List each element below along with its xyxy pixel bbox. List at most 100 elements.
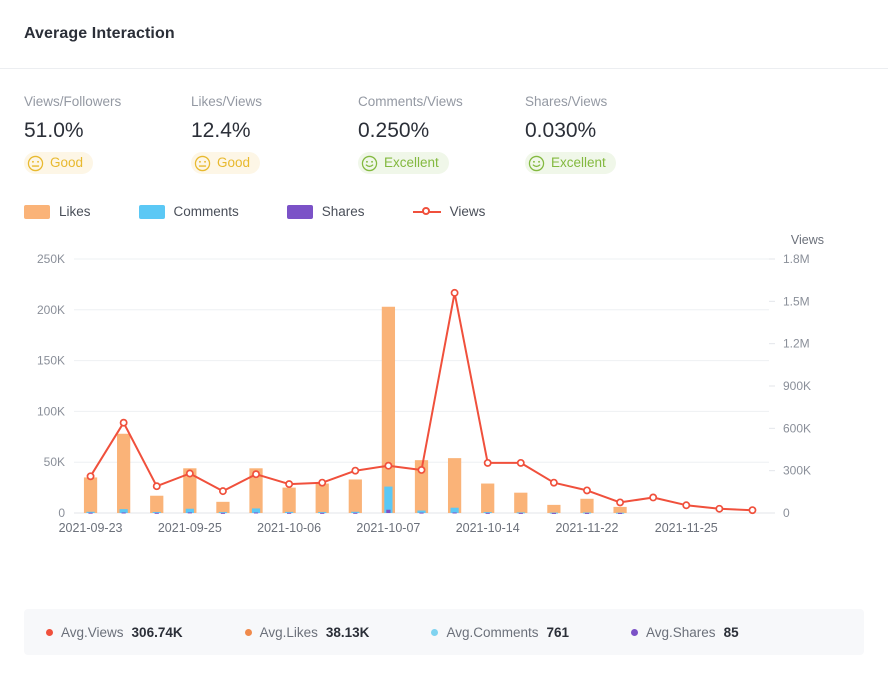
metric-value: 51.0% [24,118,191,144]
chart-bar [316,483,329,512]
metric-label: Views/Followers [24,93,191,110]
smiley-face-icon [528,155,545,172]
summary-dot-icon [245,629,252,636]
summary-value: 38.13K [326,625,370,640]
y2-axis-tick: 1.8M [783,252,810,266]
views-point [286,480,292,486]
status-badge-label: Excellent [551,154,606,172]
views-point [87,473,93,479]
legend-swatch-icon [24,205,50,219]
y2-axis-tick: 600K [783,421,811,435]
chart-bar [353,512,357,513]
chart-bar [188,512,192,513]
y-axis-tick: 250K [37,252,65,266]
y2-axis-tick: 1.5M [783,294,810,308]
summary-avg-likes: Avg.Likes 38.13K [245,625,370,640]
chart-bar [552,512,556,513]
interaction-chart: 050K100K150K200K250K0300K600K900K1.2M1.5… [24,225,864,550]
chart-bar [450,507,458,512]
views-point [220,488,226,494]
views-point [584,487,590,493]
metric-views-followers: Views/Followers 51.0% Good [24,93,191,177]
legend-line-icon [413,206,441,218]
x-axis-tick: 2021-09-23 [59,521,123,535]
summary-bar: Avg.Views 306.74K Avg.Likes 38.13K Avg.Comme… [24,609,864,655]
chart-container: Views 050K100K150K200K250K0300K600K900K1… [0,225,888,550]
chart-bar [547,504,560,512]
metric-value: 0.250% [358,118,525,144]
y2-axis-tick: 1.2M [783,336,810,350]
chart-bar [283,487,296,512]
chart-bar [580,498,593,512]
summary-label: Avg.Views [61,625,124,640]
page-title: Average Interaction [24,25,175,43]
chart-bar [221,512,225,513]
legend-label: Shares [322,204,365,219]
x-axis-tick: 2021-11-22 [555,521,618,535]
views-point [154,483,160,489]
chart-bar [117,433,130,512]
y2-axis-tick: 300K [783,463,811,477]
metrics-row: Views/Followers51.0% GoodLikes/Views12.4… [0,69,888,187]
chart-bar [419,512,423,513]
chart-bar [252,508,260,513]
summary-value: 306.74K [132,625,183,640]
status-badge: Good [24,152,93,174]
y-axis-tick: 100K [37,404,65,418]
summary-value: 85 [724,625,739,640]
chart-legend: Likes Comments Shares Views [0,199,888,225]
views-point [485,459,491,465]
metric-likes-views: Likes/Views12.4% Good [191,93,358,177]
x-axis-tick: 2021-09-25 [158,521,222,535]
views-point [121,419,127,425]
chart-bar [382,306,395,512]
views-point [418,466,424,472]
metric-value: 12.4% [191,118,358,144]
legend-label: Views [450,204,486,219]
views-point [617,499,623,505]
summary-label: Avg.Shares [646,625,716,640]
metric-shares-views: Shares/Views0.030% Excellent [525,93,692,177]
chart-bar [519,512,523,513]
summary-dot-icon [631,629,638,636]
metric-label: Shares/Views [525,93,692,110]
chart-bar [88,512,92,513]
chart-bar [585,512,589,513]
metric-label: Comments/Views [358,93,525,110]
x-axis-tick: 2021-11-25 [655,521,718,535]
views-point [749,507,755,513]
summary-label: Avg.Likes [260,625,318,640]
x-axis-tick: 2021-10-06 [257,521,321,535]
summary-dot-icon [431,629,438,636]
y-axis-tick: 0 [58,506,65,520]
legend-item-comments[interactable]: Comments [139,204,239,219]
neutral-face-icon [194,155,211,172]
chart-bar [186,508,194,512]
card-header: Average Interaction [0,0,888,69]
legend-swatch-icon [139,205,165,219]
legend-item-shares[interactable]: Shares [287,204,365,219]
chart-bar [254,512,258,513]
legend-item-likes[interactable]: Likes [24,204,91,219]
chart-bar [349,479,362,513]
views-point [253,471,259,477]
chart-bar [122,512,126,513]
status-badge: Good [191,152,260,174]
status-badge: Excellent [358,152,449,174]
chart-bar [287,512,291,513]
chart-bar [386,509,390,512]
x-axis-tick: 2021-10-14 [456,521,520,535]
legend-item-views[interactable]: Views [413,204,486,219]
y-axis-tick: 50K [44,455,65,469]
chart-bar [618,512,622,513]
chart-bar [84,477,97,513]
chart-bar [120,509,128,513]
legend-swatch-icon [287,205,313,219]
neutral-face-icon [27,155,44,172]
average-interaction-card: Average Interaction Views/Followers 51.0%… [0,0,888,679]
summary-label: Avg.Comments [446,625,538,640]
y-axis-tick: 150K [37,353,65,367]
summary-value: 761 [546,625,569,640]
views-point [319,479,325,485]
views-point [650,494,656,500]
